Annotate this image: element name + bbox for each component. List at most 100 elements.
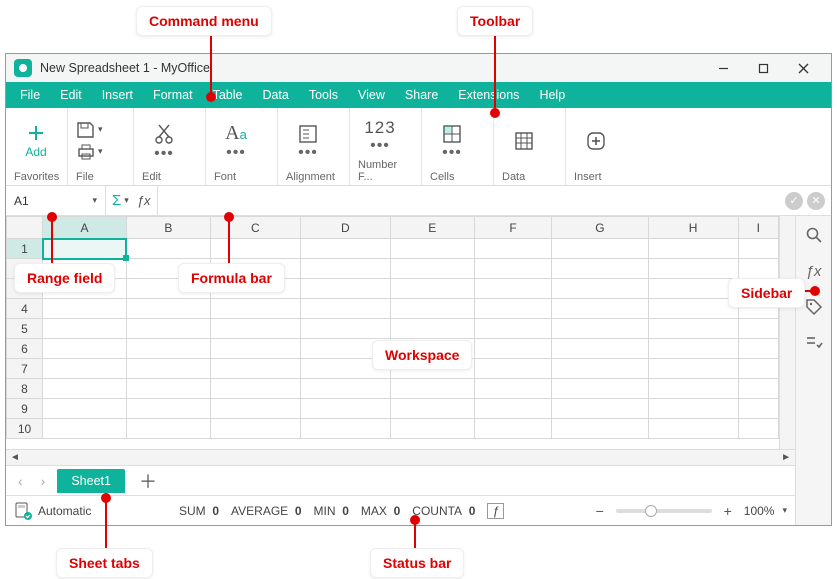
data-icon[interactable] <box>513 130 535 152</box>
app-icon <box>14 59 32 77</box>
menu-data[interactable]: Data <box>252 82 298 108</box>
callout-command-menu: Command menu <box>136 6 272 36</box>
function-icon[interactable]: ƒx <box>803 260 825 282</box>
cells-icon[interactable] <box>441 123 463 145</box>
group-label-cells: Cells <box>430 169 485 183</box>
menu-help[interactable]: Help <box>529 82 575 108</box>
status-bar: Automatic SUM 0 AVERAGE 0 MIN 0 MAX 0 CO… <box>6 495 795 525</box>
stat-counta-value: 0 <box>469 504 476 518</box>
cells-more[interactable]: ••• <box>438 147 466 159</box>
save-icon[interactable]: ▾ <box>76 121 103 139</box>
col-header-C[interactable]: C <box>210 217 300 239</box>
row-header-7[interactable]: 7 <box>7 359 43 379</box>
menu-share[interactable]: Share <box>395 82 448 108</box>
callout-sidebar: Sidebar <box>728 278 805 308</box>
group-label-edit: Edit <box>142 169 197 183</box>
stats-config-button[interactable]: ƒ <box>487 503 504 519</box>
stat-avg-label: AVERAGE <box>231 504 288 518</box>
autosum-button[interactable]: Σ ▾ <box>112 192 129 209</box>
sheet-tabs: ‹ › Sheet1 ＋ <box>6 465 795 495</box>
range-dropdown-icon[interactable]: ▾ <box>92 195 97 206</box>
minimize-button[interactable] <box>703 54 743 82</box>
menu-insert[interactable]: Insert <box>92 82 143 108</box>
row-header-8[interactable]: 8 <box>7 379 43 399</box>
col-header-G[interactable]: G <box>552 217 648 239</box>
fx-button[interactable]: ƒx <box>137 193 151 208</box>
command-menu: File Edit Insert Format Table Data Tools… <box>6 82 831 108</box>
calc-mode-icon[interactable] <box>14 502 32 520</box>
group-label-data: Data <box>502 169 557 183</box>
scroll-right-icon[interactable]: ► <box>781 452 791 463</box>
zoom-in-button[interactable]: + <box>720 503 736 519</box>
col-header-I[interactable]: I <box>738 217 778 239</box>
menu-extensions[interactable]: Extensions <box>448 82 529 108</box>
cell-A1[interactable] <box>43 239 127 259</box>
col-header-E[interactable]: E <box>390 217 474 239</box>
callout-formula-bar: Formula bar <box>178 263 285 293</box>
zoom-dropdown-icon[interactable]: ▾ <box>782 505 787 516</box>
tab-prev-button[interactable]: ‹ <box>12 473 29 489</box>
callout-sheet-tabs: Sheet tabs <box>56 548 153 578</box>
col-header-D[interactable]: D <box>300 217 390 239</box>
sidebar: ƒx <box>795 216 831 525</box>
number-format-icon[interactable]: 123 <box>364 118 395 138</box>
row-header-6[interactable]: 6 <box>7 339 43 359</box>
scroll-left-icon[interactable]: ◄ <box>10 452 20 463</box>
formula-cancel-icon[interactable]: ✕ <box>807 192 825 210</box>
col-header-H[interactable]: H <box>648 217 738 239</box>
close-button[interactable] <box>783 54 823 82</box>
alignment-icon[interactable] <box>297 123 319 145</box>
row-header-1[interactable]: 1 <box>7 239 43 259</box>
number-more[interactable]: ••• <box>366 140 394 152</box>
row-header-10[interactable]: 10 <box>7 419 43 439</box>
callout-toolbar: Toolbar <box>457 6 533 36</box>
stat-max-value: 0 <box>394 504 401 518</box>
formula-input[interactable] <box>158 186 779 215</box>
zoom-slider[interactable] <box>616 509 712 513</box>
col-header-F[interactable]: F <box>474 217 552 239</box>
group-label-number: Number F... <box>358 157 413 183</box>
cut-icon[interactable] <box>152 122 176 146</box>
zoom-out-button[interactable]: − <box>592 503 608 519</box>
calc-mode-label[interactable]: Automatic <box>38 504 91 518</box>
add-sheet-button[interactable]: ＋ <box>131 468 165 494</box>
range-field[interactable]: A1 ▾ <box>6 186 106 215</box>
select-all-corner[interactable] <box>7 217 43 239</box>
font-more[interactable]: ••• <box>222 147 250 159</box>
callout-status-bar: Status bar <box>370 548 464 578</box>
row-header-5[interactable]: 5 <box>7 319 43 339</box>
menu-file[interactable]: File <box>10 82 50 108</box>
menu-format[interactable]: Format <box>143 82 203 108</box>
tab-next-button[interactable]: › <box>35 473 52 489</box>
checklist-icon[interactable] <box>803 332 825 354</box>
alignment-more[interactable]: ••• <box>294 147 322 159</box>
font-icon[interactable]: Aa <box>225 122 247 145</box>
add-favorite-button[interactable]: Add <box>14 123 58 159</box>
sheet-tab-active[interactable]: Sheet1 <box>57 469 125 493</box>
insert-icon[interactable] <box>584 129 608 153</box>
menu-tools[interactable]: Tools <box>299 82 348 108</box>
search-icon[interactable] <box>803 224 825 246</box>
toolbar: Add Favorites ▾ ▾ File ••• Edit Aa ••• F… <box>6 108 831 186</box>
zoom-value[interactable]: 100% <box>744 504 775 518</box>
row-header-9[interactable]: 9 <box>7 399 43 419</box>
edit-more[interactable]: ••• <box>150 148 178 160</box>
print-icon[interactable]: ▾ <box>76 143 103 161</box>
stat-min-value: 0 <box>342 504 349 518</box>
tag-icon[interactable] <box>803 296 825 318</box>
range-value: A1 <box>14 194 29 208</box>
horizontal-scrollbar[interactable]: ◄ ► <box>6 449 795 465</box>
group-label-alignment: Alignment <box>286 169 341 183</box>
grid[interactable]: A B C D E F G H I 1 2 3 4 5 6 <box>6 216 779 439</box>
menu-view[interactable]: View <box>348 82 395 108</box>
callout-workspace: Workspace <box>372 340 472 370</box>
vertical-scrollbar[interactable] <box>779 216 795 449</box>
workspace[interactable]: A B C D E F G H I 1 2 3 4 5 6 <box>6 216 795 449</box>
menu-edit[interactable]: Edit <box>50 82 92 108</box>
maximize-button[interactable] <box>743 54 783 82</box>
col-header-B[interactable]: B <box>126 217 210 239</box>
formula-accept-icon[interactable]: ✓ <box>785 192 803 210</box>
row-header-4[interactable]: 4 <box>7 299 43 319</box>
titlebar: New Spreadsheet 1 - MyOffice <box>6 54 831 82</box>
group-label-font: Font <box>214 169 269 183</box>
